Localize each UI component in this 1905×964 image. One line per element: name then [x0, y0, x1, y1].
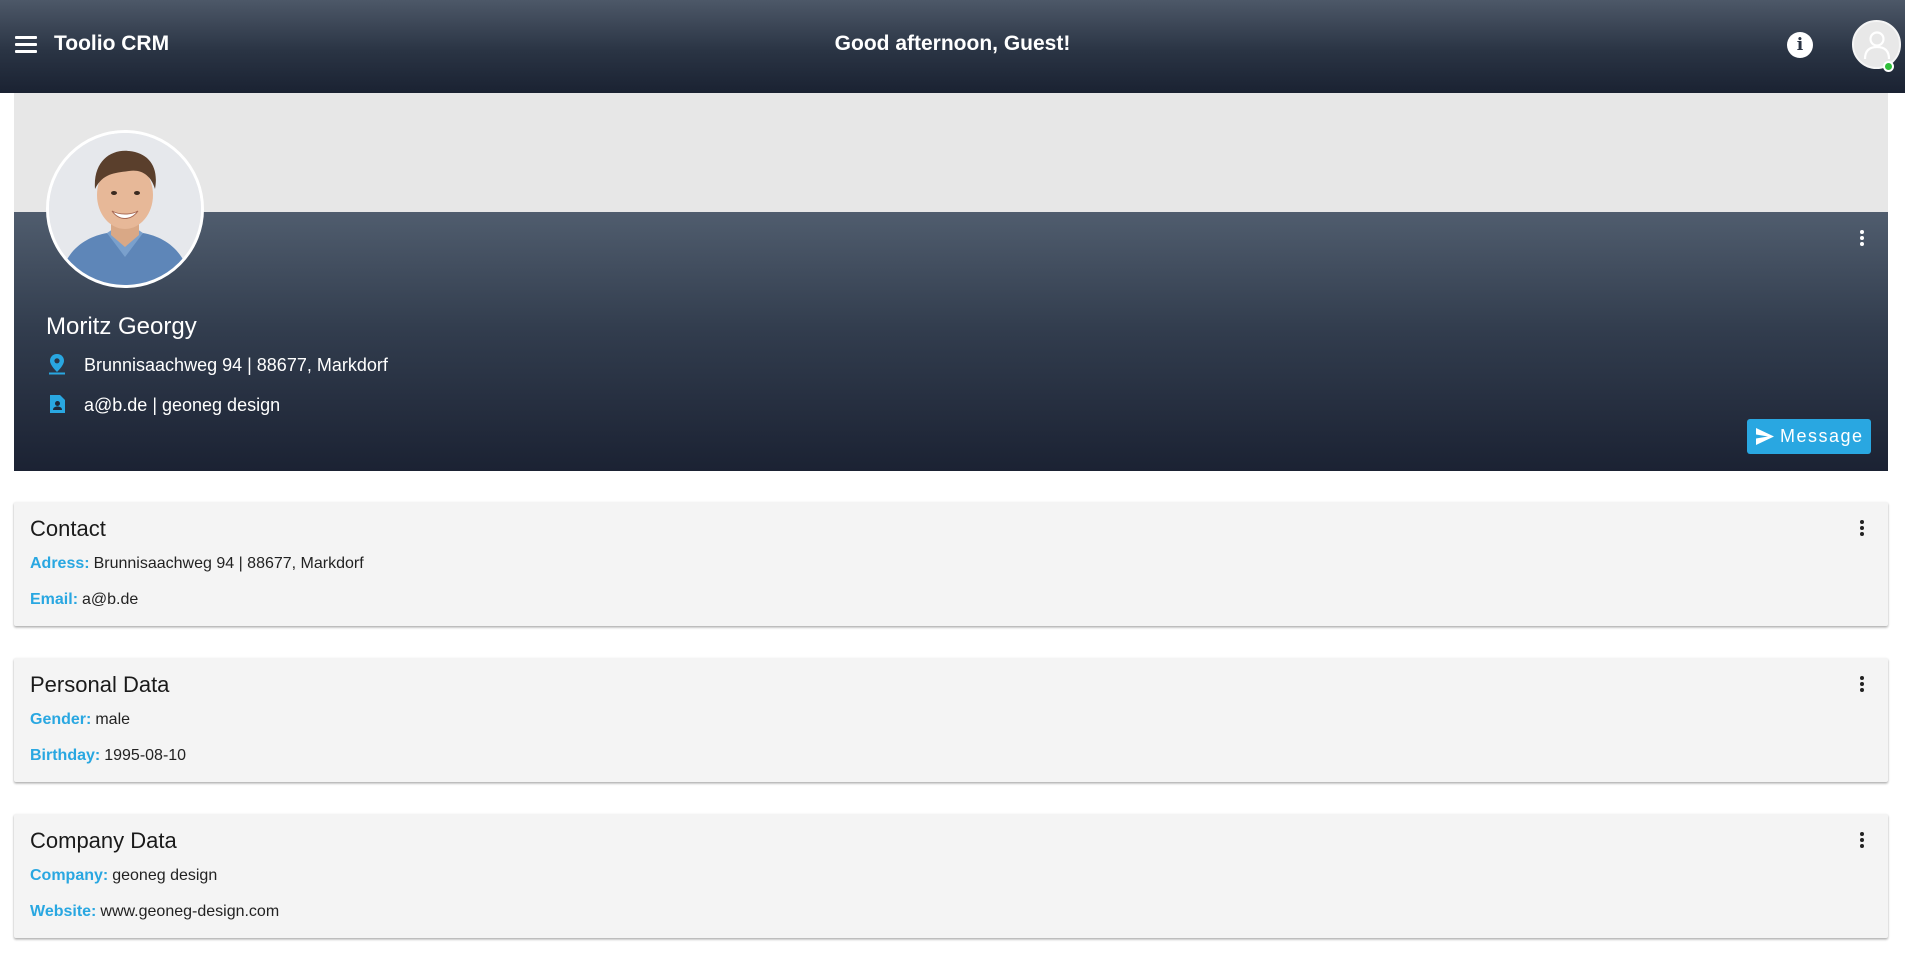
field-label: Adress: — [30, 555, 90, 572]
company-data-card: Company Data Company: geoneg design Websi… — [14, 814, 1888, 938]
contact-card-title: Contact — [30, 516, 106, 541]
message-button-label: Message — [1780, 426, 1864, 446]
profile-header-card: Moritz Georgy Brunnisaachweg 94 | 88677,… — [14, 93, 1888, 471]
field-label: Website: — [30, 903, 97, 920]
field-value: 1995-08-10 — [104, 747, 187, 764]
company-data-more-icon[interactable] — [1850, 828, 1874, 852]
profile-name: Moritz Georgy — [46, 313, 197, 340]
profile-more-icon[interactable] — [1850, 226, 1874, 250]
send-icon — [1756, 428, 1774, 445]
profile-address-line: Brunnisaachweg 94 | 88677, Markdorf — [46, 353, 388, 377]
user-avatar-icon[interactable] — [1852, 20, 1901, 69]
contact-email-row: Email: a@b.de — [30, 591, 138, 609]
contact-card-icon — [46, 393, 68, 415]
personal-gender-row: Gender: male — [30, 711, 130, 729]
company-website-row: Website: www.geoneg-design.com — [30, 903, 279, 921]
personal-data-more-icon[interactable] — [1850, 672, 1874, 696]
contact-more-icon[interactable] — [1850, 516, 1874, 540]
message-button[interactable]: Message — [1747, 419, 1871, 454]
personal-birthday-row: Birthday: 1995-08-10 — [30, 747, 186, 765]
profile-banner — [14, 212, 1888, 471]
profile-address: Brunnisaachweg 94 | 88677, Markdorf — [84, 355, 388, 375]
top-app-bar: Toolio CRM Good afternoon, Guest! i — [0, 0, 1905, 93]
field-value[interactable]: www.geoneg-design.com — [100, 903, 279, 920]
field-value: a@b.de — [82, 591, 139, 608]
field-label: Gender: — [30, 711, 92, 728]
location-pin-icon — [46, 353, 68, 375]
field-value: geoneg design — [112, 867, 218, 884]
contact-address-row: Adress: Brunnisaachweg 94 | 88677, Markdo… — [30, 555, 364, 573]
personal-data-card: Personal Data Gender: male Birthday: 1995-… — [14, 658, 1888, 782]
profile-contact: a@b.de | geoneg design — [84, 395, 281, 415]
profile-contact-line: a@b.de | geoneg design — [46, 395, 280, 417]
field-value: male — [95, 711, 131, 728]
personal-data-card-title: Personal Data — [30, 672, 170, 697]
contact-card: Contact Adress: Brunnisaachweg 94 | 88677… — [14, 502, 1888, 626]
profile-photo — [46, 130, 204, 288]
online-status-indicator — [1883, 61, 1894, 72]
field-value: Brunnisaachweg 94 | 88677, Markdorf — [93, 555, 364, 572]
field-label: Birthday: — [30, 747, 101, 764]
field-label: Company: — [30, 867, 109, 884]
company-data-card-title: Company Data — [30, 828, 177, 853]
info-icon[interactable]: i — [1787, 32, 1813, 58]
greeting-text: Good afternoon, Guest! — [834, 32, 1071, 55]
company-name-row: Company: geoneg design — [30, 867, 217, 885]
field-label: Email: — [30, 591, 79, 608]
